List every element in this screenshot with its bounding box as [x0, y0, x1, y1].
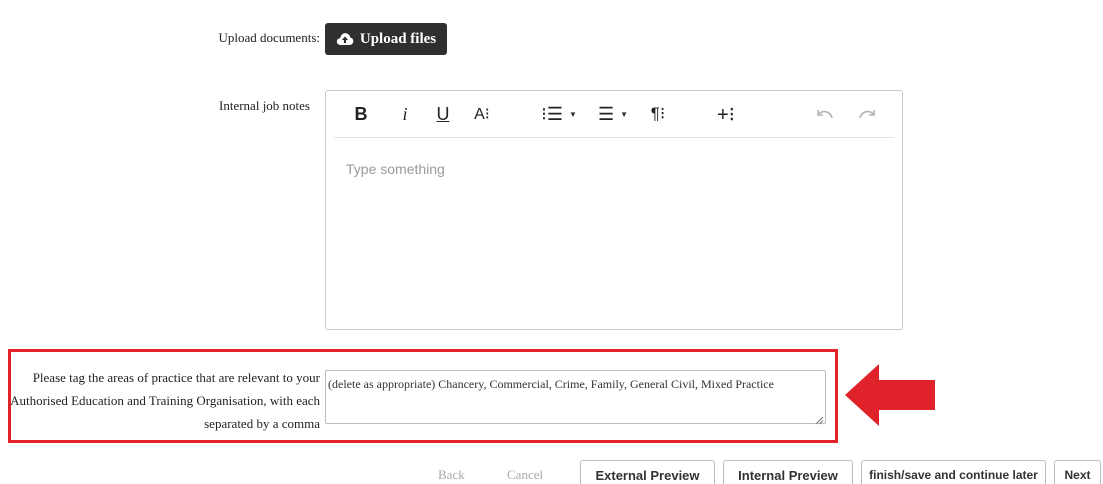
cancel-button[interactable]: Cancel: [507, 467, 543, 483]
font-size-button[interactable]: A⁝: [469, 103, 495, 125]
red-arrow-icon: [845, 364, 937, 431]
external-preview-button[interactable]: External Preview: [580, 460, 715, 484]
ordered-list-button[interactable]: ⁝☰ ▼: [536, 103, 582, 125]
paragraph-button[interactable]: ¶⁝: [644, 103, 672, 125]
internal-job-notes-label: Internal job notes: [219, 98, 310, 113]
practice-areas-label-line: Authorised Education and Training Organi…: [10, 393, 320, 408]
internal-preview-button[interactable]: Internal Preview: [723, 460, 853, 484]
chevron-down-icon: ▼: [620, 109, 629, 119]
editor-toolbar: B i U A⁝ ⁝☰ ▼ ☰ ▼ ¶⁝ +⁝: [334, 91, 894, 138]
practice-areas-label: Please tag the areas of practice that ar…: [10, 366, 320, 435]
cloud-upload-icon: [336, 32, 354, 46]
editor-placeholder: Type something: [346, 161, 445, 177]
unordered-list-icon: ☰: [597, 103, 615, 124]
bold-button[interactable]: B: [350, 103, 372, 125]
practice-areas-textarea[interactable]: (delete as appropriate) Chancery, Commer…: [325, 370, 826, 424]
finish-save-later-button[interactable]: finish/save and continue later: [861, 460, 1046, 484]
undo-button[interactable]: [814, 103, 836, 125]
back-button[interactable]: Back: [438, 467, 465, 483]
upload-documents-label: Upload documents:: [218, 30, 320, 45]
underline-button[interactable]: U: [432, 103, 454, 125]
next-button[interactable]: Next: [1054, 460, 1101, 484]
insert-button[interactable]: +⁝: [712, 103, 740, 126]
practice-areas-label-line: separated by a comma: [204, 416, 320, 431]
unordered-list-button[interactable]: ☰ ▼: [592, 103, 634, 125]
notes-rich-text-editor[interactable]: B i U A⁝ ⁝☰ ▼ ☰ ▼ ¶⁝ +⁝ Type something: [325, 90, 903, 330]
ordered-list-icon: ⁝☰: [541, 103, 563, 124]
upload-files-button[interactable]: Upload files: [325, 23, 447, 55]
resize-handle-icon[interactable]: [815, 412, 824, 425]
italic-button[interactable]: i: [394, 103, 416, 125]
practice-areas-label-line: Please tag the areas of practice that ar…: [32, 370, 320, 385]
redo-button[interactable]: [856, 103, 878, 125]
undo-icon: [816, 104, 834, 125]
redo-icon: [858, 104, 876, 125]
upload-files-label: Upload files: [359, 30, 437, 47]
chevron-down-icon: ▼: [568, 109, 577, 119]
